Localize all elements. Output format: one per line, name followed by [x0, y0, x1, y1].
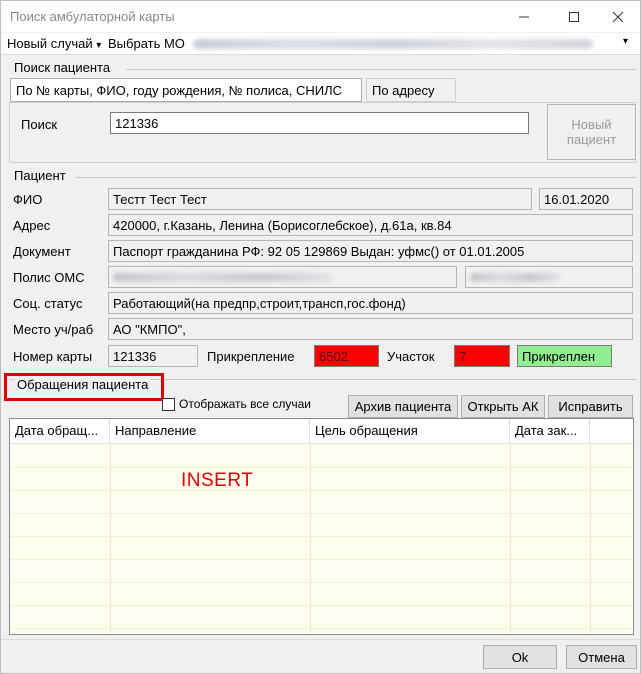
- row-divider: [10, 536, 633, 537]
- row-divider: [10, 582, 633, 583]
- area-label: Участок: [387, 349, 435, 364]
- choose-mo-menu[interactable]: Выбрать МО: [108, 36, 185, 51]
- document-field: Паспорт гражданина РФ: 92 05 129869 Выда…: [108, 240, 633, 262]
- column-header-date[interactable]: Дата обращ...: [10, 419, 110, 444]
- row-divider: [10, 559, 633, 560]
- new-case-label: Новый случай: [7, 36, 93, 51]
- patient-archive-button[interactable]: Архив пациента: [348, 395, 458, 418]
- oms-label: Полис ОМС: [13, 270, 85, 285]
- blurred-organization: [193, 39, 593, 49]
- row-divider: [10, 467, 633, 468]
- show-all-label: Отображать все случаи: [179, 397, 311, 411]
- document-label: Документ: [13, 244, 71, 259]
- column-header-purpose[interactable]: Цель обращения: [310, 419, 510, 444]
- search-group-label: Поиск пациента: [14, 60, 111, 75]
- blurred-policy: [113, 273, 333, 282]
- row-divider: [10, 490, 633, 491]
- birth-date-field: 16.01.2020: [539, 188, 633, 210]
- attachment-label: Прикрепление: [207, 349, 295, 364]
- close-button[interactable]: [595, 1, 641, 32]
- divider: [1, 639, 640, 640]
- table-header: Дата обращ... Направление Цель обращения…: [10, 419, 633, 444]
- minimize-icon: [519, 16, 529, 17]
- tab-search-main[interactable]: По № карты, ФИО, году рождения, № полиса…: [10, 78, 362, 102]
- divider: [76, 177, 636, 178]
- area-field: 7: [454, 345, 510, 367]
- column-divider: [310, 444, 311, 634]
- search-label: Поиск: [21, 117, 58, 132]
- new-case-menu[interactable]: Новый случай ▾: [7, 36, 101, 51]
- insert-annotation: INSERT: [181, 470, 254, 491]
- blurred-policy-number: [470, 273, 560, 282]
- column-divider: [590, 444, 591, 634]
- maximize-button[interactable]: [551, 1, 597, 32]
- workplace-label: Место уч/раб: [13, 322, 94, 337]
- fix-button[interactable]: Исправить: [548, 395, 633, 418]
- attachment-status-field: Прикреплен: [517, 345, 612, 367]
- appeals-group-label: Обращения пациента: [15, 377, 151, 392]
- fio-label: ФИО: [13, 192, 43, 207]
- new-patient-label-1: Новый: [571, 117, 612, 132]
- attachment-field: 6502: [314, 345, 379, 367]
- patient-group-label: Пациент: [14, 168, 66, 183]
- social-status-label: Соц. статус: [13, 296, 83, 311]
- workplace-field: АО "КМПО",: [108, 318, 633, 340]
- row-divider: [10, 628, 633, 629]
- title-bar: Поиск амбулаторной карты: [1, 1, 640, 32]
- chevron-down-icon[interactable]: ▾: [623, 36, 628, 47]
- new-patient-label-2: пациент: [566, 132, 617, 147]
- row-divider: [10, 513, 633, 514]
- row-divider: [10, 605, 633, 606]
- close-icon: [612, 11, 624, 22]
- column-header-direction[interactable]: Направление: [110, 419, 310, 444]
- card-number-label: Номер карты: [13, 349, 93, 364]
- ok-button[interactable]: Ok: [483, 645, 557, 669]
- new-patient-button[interactable]: Новый пациент: [547, 104, 636, 160]
- menu-bar: Новый случай ▾ Выбрать МО ▾: [1, 33, 640, 55]
- address-field: 420000, г.Казань, Ленина (Борисоглебское…: [108, 214, 633, 236]
- appeals-table[interactable]: Дата обращ... Направление Цель обращения…: [9, 418, 634, 635]
- column-header-close-date[interactable]: Дата зак...: [510, 419, 590, 444]
- divider: [126, 69, 636, 70]
- oms-policy-field: [108, 266, 457, 288]
- window-title: Поиск амбулаторной карты: [10, 9, 175, 24]
- oms-number-field: [465, 266, 633, 288]
- search-input[interactable]: 121336: [110, 112, 529, 134]
- minimize-button[interactable]: [501, 1, 547, 32]
- search-card-window: Поиск амбулаторной карты Новый случай ▾ …: [0, 0, 641, 674]
- tab-search-address[interactable]: По адресу: [366, 78, 456, 102]
- column-divider: [510, 444, 511, 634]
- social-status-field: Работающий(на предпр,строит,трансп,гос.ф…: [108, 292, 633, 314]
- show-all-checkbox[interactable]: [162, 398, 175, 411]
- chevron-down-icon: ▾: [96, 40, 102, 51]
- column-divider: [110, 444, 111, 634]
- fio-field: Тестт Тест Тест: [108, 188, 532, 210]
- address-label: Адрес: [13, 218, 51, 233]
- cancel-button[interactable]: Отмена: [566, 645, 637, 669]
- open-ak-button[interactable]: Открыть АК: [461, 395, 545, 418]
- card-number-field: 121336: [108, 345, 198, 367]
- maximize-icon: [569, 11, 579, 22]
